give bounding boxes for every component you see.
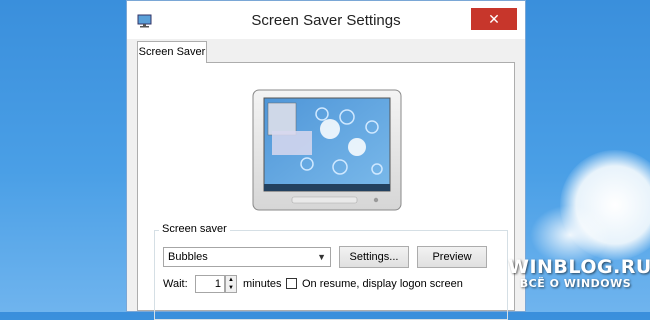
spin-down-icon[interactable]: ▼ xyxy=(226,284,236,292)
tab-screen-saver[interactable]: Screen Saver xyxy=(137,41,207,63)
close-button[interactable]: ✕ xyxy=(471,8,517,30)
watermark-title: WINBLOG.RU xyxy=(508,256,650,278)
preview-button[interactable]: Preview xyxy=(417,246,487,268)
resume-logon-label[interactable]: On resume, display logon screen xyxy=(302,278,463,290)
group-label: Screen saver xyxy=(159,223,230,235)
watermark-subtitle: ВСЁ О WINDOWS xyxy=(519,277,632,290)
wait-label: Wait: xyxy=(163,278,188,290)
screen-saver-settings-window: Screen Saver Settings ✕ Screen Saver Scr… xyxy=(126,0,526,320)
minutes-label: minutes xyxy=(243,278,282,290)
title-bar: Screen Saver Settings ✕ xyxy=(127,1,525,39)
dropdown-value: Bubbles xyxy=(168,251,208,263)
chevron-down-icon: ▼ xyxy=(317,252,326,262)
tab-panel: Screen saver Bubbles ▼ Settings... Previ… xyxy=(137,62,515,320)
wait-minutes-input[interactable]: 1 xyxy=(195,275,225,293)
settings-button[interactable]: Settings... xyxy=(339,246,409,268)
screen-saver-dropdown[interactable]: Bubbles ▼ xyxy=(163,247,331,267)
spin-up-icon[interactable]: ▲ xyxy=(226,276,236,284)
preview-monitor xyxy=(252,89,402,211)
spin-buttons[interactable]: ▲ ▼ xyxy=(225,275,237,293)
screen-saver-group: Screen saver Bubbles ▼ Settings... Previ… xyxy=(154,223,508,320)
watermark-logo: WINBLOG.RU ВСЁ О WINDOWS xyxy=(508,256,650,290)
window-title: Screen Saver Settings xyxy=(251,12,401,29)
resume-logon-checkbox[interactable] xyxy=(286,278,297,289)
dialog-client: Screen Saver Screen saver Bubbles ▼ Sett… xyxy=(127,39,525,320)
